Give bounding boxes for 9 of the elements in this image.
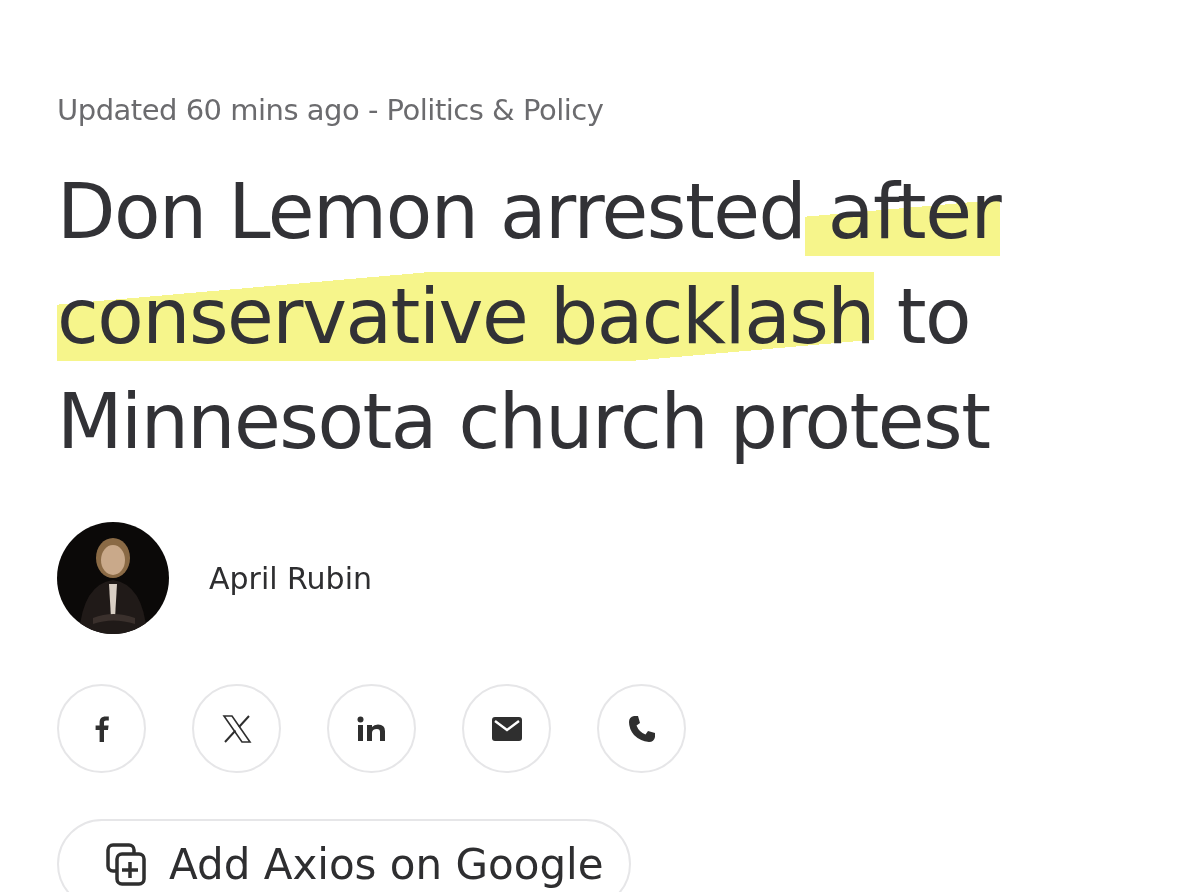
article-meta: Updated 60 mins ago - Politics & Policy [57, 93, 605, 127]
in-logo-icon [356, 715, 387, 742]
f-logo-icon [94, 715, 109, 742]
envelope-icon [491, 716, 522, 741]
author-name[interactable]: April Rubin [209, 560, 372, 596]
x-logo-icon [221, 713, 252, 744]
phone-icon [627, 714, 656, 743]
add-to-google-button[interactable]: Add Axios on Google [57, 819, 631, 892]
add-source-icon [105, 842, 147, 886]
